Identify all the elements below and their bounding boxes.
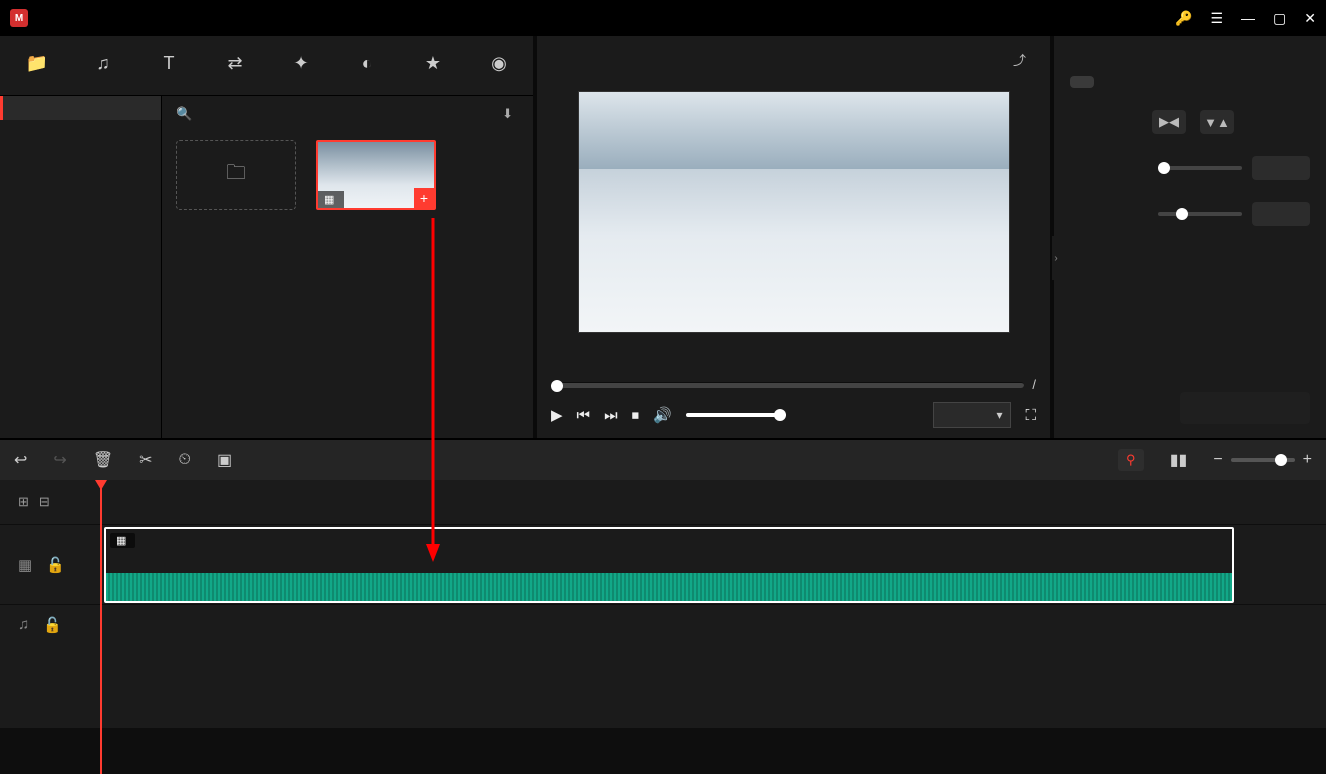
chevron-down-icon: ▾ [996,408,1002,422]
fullscreen-button[interactable]: ⛶ [1025,407,1036,424]
prop-tab-speed[interactable] [1138,76,1162,88]
add-track-button[interactable]: ⊞ [18,494,29,510]
zoom-slider[interactable] [1231,458,1295,462]
tab-motion[interactable]: ◉ [466,36,532,95]
volume-icon[interactable]: 🔊 [653,406,672,424]
filters-icon: ◐ [362,53,373,74]
video-track: ▦ 🔓 ▦ [0,524,1326,604]
flip-horizontal-button[interactable]: ▶◀ [1152,110,1186,134]
timeline-clip[interactable]: ▦ [104,527,1234,603]
property-panel: › ▶◀ ▼▲ [1054,36,1326,438]
music-note-icon: ♫ [96,53,110,74]
menu-icon[interactable]: ☰ [1210,10,1223,27]
download-youtube[interactable]: ⬇ [502,106,519,122]
filmstrip-icon: ▦ [116,534,126,547]
scale-value[interactable] [1252,202,1310,226]
folder-add-icon: 🗀 [226,158,246,192]
sidebar-item-pictures[interactable] [0,168,161,192]
sidebar-item-myalbum[interactable] [0,96,161,120]
seek-bar[interactable] [551,382,1024,388]
remove-track-button[interactable]: ⊟ [39,494,50,510]
thumb-duration: ▦ [318,191,344,208]
add-to-timeline-button[interactable]: + [414,188,434,208]
timecode: / [1032,377,1036,392]
media-library: 🔍 ⬇ 🗀 ▦ + [162,96,533,438]
speed-button[interactable]: ⏲ [179,451,191,469]
auto-ripple-toggle[interactable]: ⚲ [1118,449,1144,471]
flip-vertical-button[interactable]: ▼▲ [1200,110,1234,134]
tab-text[interactable]: T [136,36,202,95]
elements-icon: ★ [425,53,441,74]
filmstrip-icon: ▦ [18,556,32,574]
next-frame-button[interactable]: ⏭ [604,407,618,424]
filmstrip-icon: ▦ [324,193,334,206]
split-button[interactable]: ✂ [139,450,152,470]
rotate-value[interactable] [1252,156,1310,180]
clip-badge: ▦ [110,533,135,548]
property-title [1070,48,1310,76]
prop-tab-audio[interactable] [1172,76,1196,88]
export-button[interactable]: ⤴ [1013,50,1032,69]
prop-tab-color[interactable] [1104,76,1128,88]
crop-button[interactable]: ▣ [217,450,232,470]
close-icon[interactable]: ✕ [1304,10,1316,27]
zoom-out-button[interactable]: − [1213,451,1222,469]
module-panel: 📁 ♫ T ⇄ ✦ ◐ ★ ◉ 🔍 ⬇ [0,36,533,438]
upgrade-key-icon[interactable]: 🔑 [1175,10,1192,27]
reset-button[interactable] [1180,392,1310,424]
lock-icon[interactable]: 🔓 [43,616,62,634]
volume-slider[interactable] [686,413,786,417]
tab-transition[interactable]: ⇄ [202,36,268,95]
zoom-in-button[interactable]: + [1303,451,1312,469]
tab-elements[interactable]: ★ [400,36,466,95]
snap-toggle[interactable]: ▮▮ [1170,450,1188,470]
redo-button[interactable]: ↪ [53,450,66,470]
player-panel: ⤴ / ▶ ⏮ ⏭ ⏹ 🔊 ▾ ⛶ [533,36,1054,438]
timeline-ruler[interactable]: ⊞ ⊟ [0,480,1326,524]
undo-button[interactable]: ↩ [14,450,27,470]
media-thumbnail[interactable]: ▦ + [316,140,436,210]
maximize-icon[interactable]: ▢ [1273,10,1286,27]
clip-waveform [106,573,1232,601]
effects-icon: ✦ [293,53,308,74]
import-media-box[interactable]: 🗀 [176,140,296,210]
music-note-icon: ♫ [18,616,29,633]
sidebar-item-videos[interactable] [0,120,161,144]
search-icon: 🔍 [176,106,192,122]
sidebar-item-music[interactable] [0,144,161,168]
stop-button[interactable]: ⏹ [632,407,640,424]
rotate-slider[interactable] [1158,166,1242,170]
download-icon: ⬇ [502,106,513,122]
aspect-ratio-select[interactable]: ▾ [933,402,1011,428]
text-icon: T [164,53,175,74]
search-media[interactable]: 🔍 [176,106,198,122]
prev-frame-button[interactable]: ⏮ [577,407,591,424]
timeline-toolbar: ↩ ↪ 🗑 ✂ ⏲ ▣ ⚲ ▮▮ − + [0,440,1326,480]
app-logo: M [10,9,28,27]
transition-icon: ⇄ [227,53,242,74]
timeline-panel: ↩ ↪ 🗑 ✂ ⏲ ▣ ⚲ ▮▮ − + ⊞ ⊟ ▦ [0,438,1326,728]
title-bar: M 🔑 ☰ — ▢ ✕ [0,0,1326,36]
panel-expand-handle[interactable]: › [1052,236,1060,280]
tool-tabs: 📁 ♫ T ⇄ ✦ ◐ ★ ◉ [0,36,533,96]
delete-button[interactable]: 🗑 [93,450,113,470]
tab-audio[interactable]: ♫ [70,36,136,95]
media-sidebar [0,96,162,438]
tab-filters[interactable]: ◐ [334,36,400,95]
lock-icon[interactable]: 🔓 [46,556,65,574]
scale-slider[interactable] [1158,212,1242,216]
folder-icon: 📁 [26,53,48,74]
minimize-icon[interactable]: — [1241,10,1255,26]
play-button[interactable]: ▶ [551,406,563,424]
audio-track: ♫ 🔓 [0,604,1326,644]
preview-frame [578,91,1010,333]
motion-icon: ◉ [491,53,507,74]
tab-media[interactable]: 📁 [4,36,70,95]
tab-effects[interactable]: ✦ [268,36,334,95]
prop-tab-basic[interactable] [1070,76,1094,88]
export-icon: ⤴ [1013,50,1026,69]
